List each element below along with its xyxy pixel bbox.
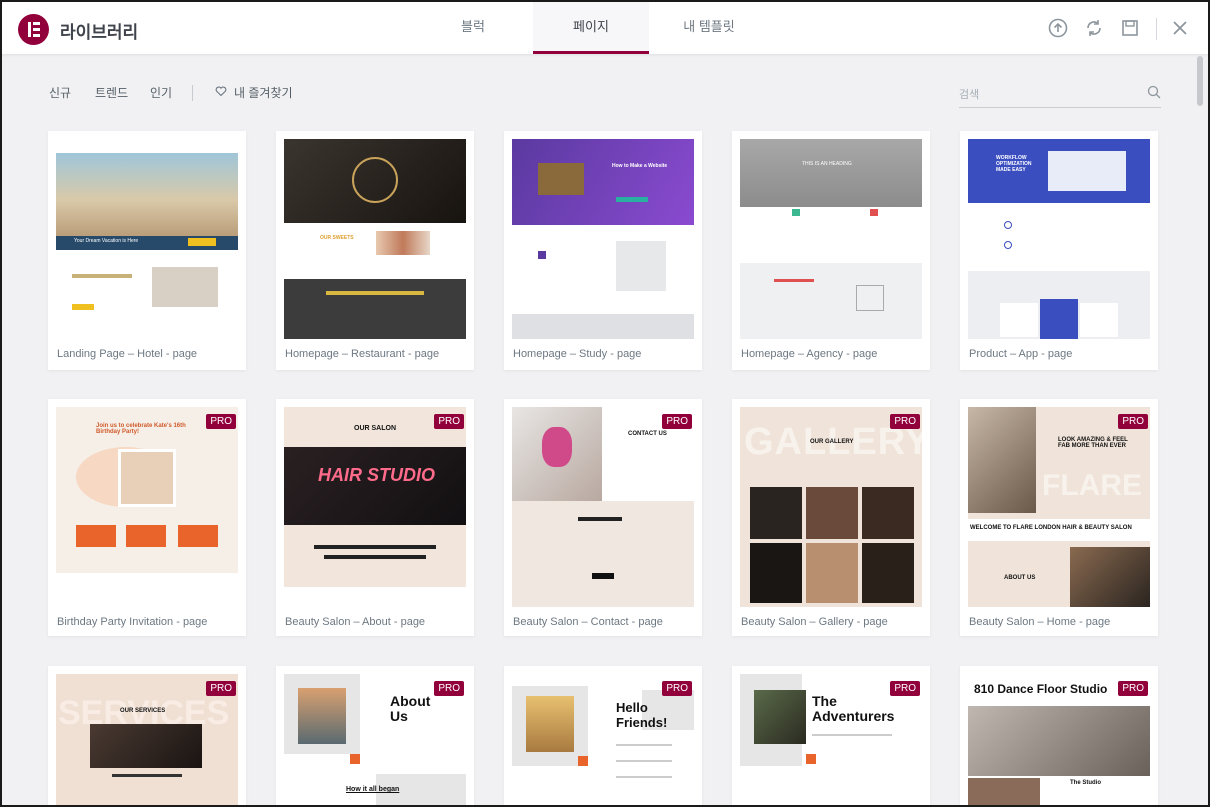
- template-card[interactable]: The Adventurers PRO: [732, 666, 930, 805]
- sync-icon[interactable]: [1083, 17, 1105, 39]
- filter-favorites[interactable]: 내 즐겨찾기: [234, 84, 293, 101]
- search-icon: [1147, 85, 1161, 99]
- template-thumbnail: WORKFLOW OPTIMIZATION MADE EASY: [968, 139, 1150, 339]
- pro-badge: PRO: [662, 681, 692, 696]
- template-card[interactable]: OUR SWEETS Homepage – Restaurant - page: [276, 131, 474, 370]
- template-thumbnail: OUR SALON HAIR STUDIO: [284, 407, 466, 607]
- template-thumbnail: Your Dream Vacation is Here: [56, 139, 238, 339]
- pro-badge: PRO: [1118, 414, 1148, 429]
- library-modal: 라이브러리 블럭 페이지 내 템플릿 신규 트렌드 인기 내 즐겨찾기 검색 Y…: [2, 2, 1208, 805]
- template-card[interactable]: GALLERY OUR GALLERY PRO Beauty Salon – G…: [732, 399, 930, 636]
- template-thumbnail: CONTACT US: [512, 407, 694, 607]
- template-card[interactable]: SERVICES OUR SERVICES PRO: [48, 666, 246, 805]
- template-card[interactable]: Hello Friends! PRO: [504, 666, 702, 805]
- tab-my-templates[interactable]: 내 템플릿: [650, 2, 768, 54]
- tab-pages[interactable]: 페이지: [533, 2, 649, 54]
- pro-badge: PRO: [206, 681, 236, 696]
- template-label: Product – App - page: [969, 348, 1073, 360]
- template-label: Homepage – Agency - page: [741, 348, 878, 360]
- template-card[interactable]: How to Make a Website Homepage – Study -…: [504, 131, 702, 370]
- template-label: Homepage – Restaurant - page: [285, 348, 440, 360]
- template-card[interactable]: CONTACT US PRO Beauty Salon – Contact - …: [504, 399, 702, 636]
- template-card[interactable]: Your Dream Vacation is Here Landing Page…: [48, 131, 246, 370]
- filter-new[interactable]: 신규: [49, 84, 71, 101]
- pro-badge: PRO: [434, 414, 464, 429]
- template-label: Beauty Salon – About - page: [285, 616, 426, 628]
- template-card[interactable]: LOOK AMAZING & FEEL FAB MORE THAN EVER F…: [960, 399, 1158, 636]
- template-thumbnail: LOOK AMAZING & FEEL FAB MORE THAN EVER F…: [968, 407, 1150, 607]
- library-title: 라이브러리: [60, 23, 139, 42]
- template-label: Homepage – Study - page: [513, 348, 642, 360]
- search-box[interactable]: 검색: [959, 82, 1161, 108]
- template-card[interactable]: OUR SALON HAIR STUDIO PRO Beauty Salon –…: [276, 399, 474, 636]
- search-input[interactable]: 검색: [959, 86, 979, 102]
- pro-badge: PRO: [1118, 681, 1148, 696]
- template-thumbnail: Join us to celebrate Kate's 16th Birthda…: [56, 407, 238, 607]
- template-thumbnail: OUR SWEETS: [284, 139, 466, 339]
- template-card[interactable]: About Us How it all began PRO: [276, 666, 474, 805]
- tab-blocks[interactable]: 블럭: [414, 2, 532, 54]
- template-card[interactable]: Join us to celebrate Kate's 16th Birthda…: [48, 399, 246, 636]
- template-thumbnail: THIS IS AN HEADING: [740, 139, 922, 339]
- template-thumbnail: How to Make a Website: [512, 139, 694, 339]
- template-label: Beauty Salon – Contact - page: [513, 616, 663, 628]
- pro-badge: PRO: [434, 681, 464, 696]
- pro-badge: PRO: [890, 681, 920, 696]
- upload-icon[interactable]: [1047, 17, 1069, 39]
- filter-popular[interactable]: 인기: [150, 84, 172, 101]
- filter-trend[interactable]: 트렌드: [95, 84, 128, 101]
- header-divider: [1156, 18, 1157, 40]
- template-label: Beauty Salon – Gallery - page: [741, 616, 888, 628]
- template-label: Birthday Party Invitation - page: [57, 616, 208, 628]
- template-label: Landing Page – Hotel - page: [57, 348, 198, 360]
- pro-badge: PRO: [662, 414, 692, 429]
- filter-divider: [192, 85, 193, 101]
- template-card[interactable]: THIS IS AN HEADING Homepage – Agency - p…: [732, 131, 930, 370]
- elementor-logo-icon: [18, 14, 49, 45]
- library-header: 라이브러리 블럭 페이지 내 템플릿: [2, 2, 1208, 54]
- template-label: Beauty Salon – Home - page: [969, 616, 1111, 628]
- template-thumbnail: GALLERY OUR GALLERY: [740, 407, 922, 607]
- save-icon[interactable]: [1119, 17, 1141, 39]
- close-icon[interactable]: [1169, 17, 1191, 39]
- template-card[interactable]: WORKFLOW OPTIMIZATION MADE EASY Product …: [960, 131, 1158, 370]
- template-card[interactable]: 810 Dance Floor Studio The Studio PRO: [960, 666, 1158, 805]
- pro-badge: PRO: [206, 414, 236, 429]
- heart-icon: [215, 85, 227, 100]
- pro-badge: PRO: [890, 414, 920, 429]
- scrollbar[interactable]: [1197, 56, 1203, 106]
